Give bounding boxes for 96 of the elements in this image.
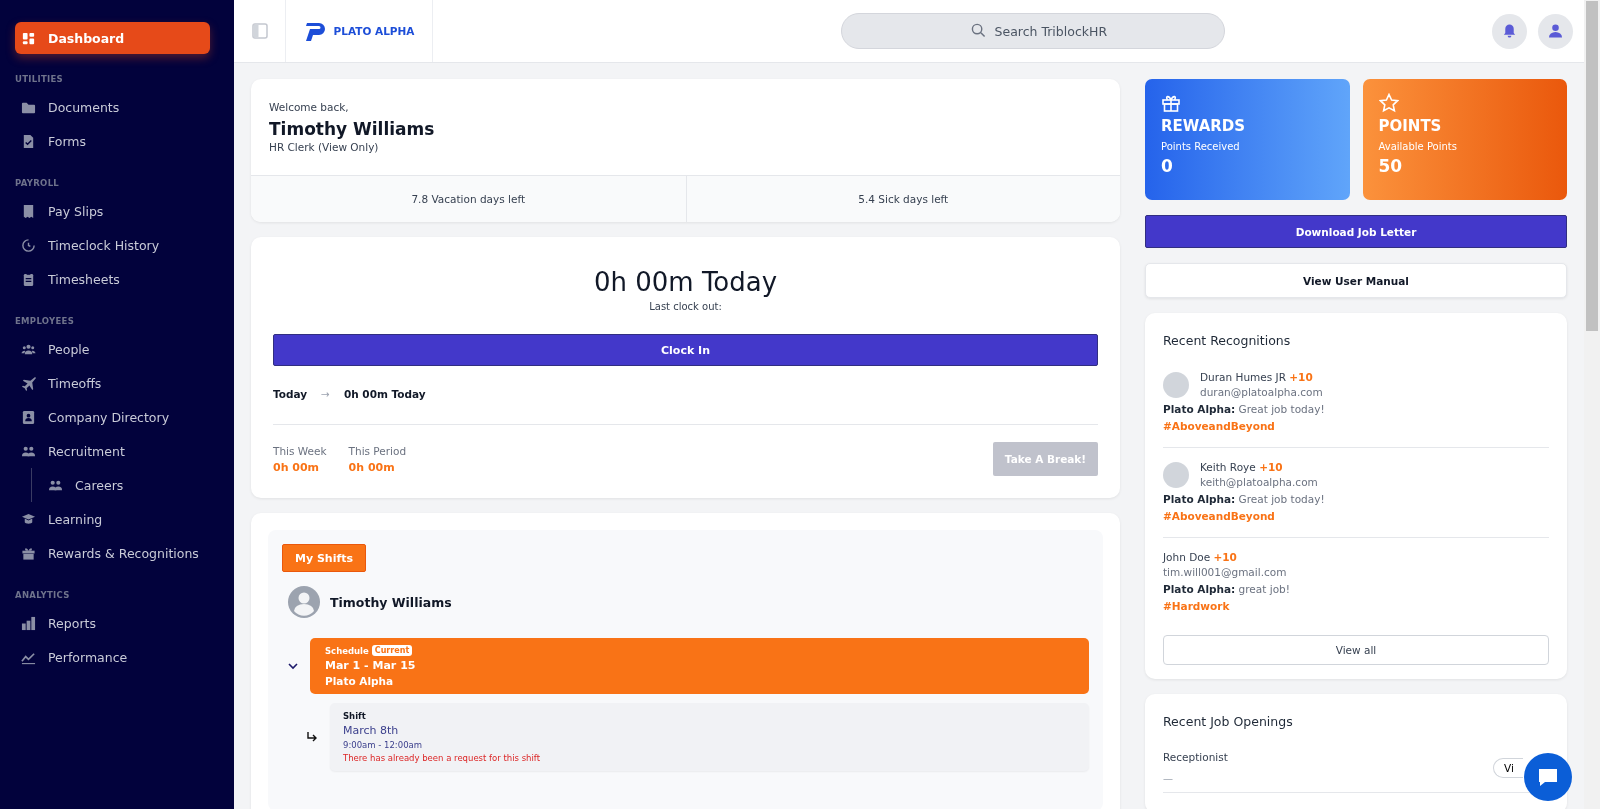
recognition-message: Plato Alpha: great job!: [1163, 583, 1290, 595]
return-arrow-icon: [306, 731, 318, 743]
logo-text: PLATO ALPHA: [333, 25, 415, 37]
view-job-button[interactable]: Vi: [1493, 757, 1523, 778]
receipt-icon: [21, 203, 36, 219]
greeting: Welcome back,: [269, 101, 349, 113]
download-job-letter-button[interactable]: Download Job Letter: [1145, 215, 1567, 248]
search-icon: [970, 23, 986, 38]
dashboard-icon: [21, 30, 36, 46]
card-title: REWARDS: [1161, 117, 1246, 135]
shift-time: 9:00am - 12:00am: [343, 740, 423, 750]
nav-item[interactable]: Learning: [15, 502, 210, 536]
recipient-name: Duran Humes JR +10: [1200, 371, 1313, 383]
view-all-button[interactable]: View all: [1163, 635, 1549, 665]
chevron-icon[interactable]: [288, 662, 298, 670]
recipient-name: Keith Roye +10: [1200, 461, 1283, 473]
nav-item[interactable]: Forms: [15, 124, 210, 158]
card-label: Points Received: [1161, 141, 1240, 152]
shift-label: Shift: [343, 711, 366, 721]
period-label: This Period: [348, 444, 407, 457]
notifications-button[interactable]: [1492, 13, 1527, 49]
search-field[interactable]: Search TriblockHR: [840, 13, 1225, 49]
nav-item[interactable]: Dashboard: [15, 22, 210, 54]
gift-icon: [21, 545, 36, 561]
days-left-stat: 7.8 Vacation days left: [411, 193, 526, 205]
employee-name: Timothy Williams: [330, 594, 452, 610]
shift-card[interactable]: Shift March 8th 9:00am - 12:00am There has already been a request for this shift: [330, 703, 1089, 771]
card-title: POINTS: [1378, 117, 1442, 135]
days-left-stat: 5.4 Sick days left: [858, 193, 949, 205]
card-value: 50: [1378, 156, 1403, 176]
nav-item[interactable]: Documents: [15, 90, 210, 124]
bar-chart-icon: [21, 615, 36, 631]
hashtag: #Hardwork: [1163, 600, 1230, 612]
job-title: Receptionist: [1163, 751, 1228, 763]
nav-item[interactable]: Pay Slips: [15, 194, 210, 228]
photo-placeholder: [1163, 371, 1189, 398]
profile-button[interactable]: [1538, 13, 1573, 49]
nav-item[interactable]: Company Directory: [15, 400, 210, 434]
gift-icon: [1161, 93, 1181, 113]
period-value: 0h 00m: [273, 460, 321, 474]
time-today: 0h 00m Today: [593, 267, 778, 297]
nav-section-heading: ANALYTICS: [15, 590, 70, 600]
user-role: HR Clerk (View Only): [269, 141, 379, 153]
job-detail: —: [1163, 773, 1173, 784]
user-icon: [1548, 23, 1563, 39]
current-badge: Current: [371, 645, 413, 656]
bell-icon: [1502, 23, 1517, 39]
nav-item[interactable]: People: [15, 332, 210, 366]
contact-card-icon: [21, 409, 36, 425]
nav-section-heading: UTILITIES: [15, 74, 64, 84]
nav-item[interactable]: Rewards & Recognitions: [15, 536, 210, 570]
shift-date: March 8th: [343, 724, 399, 737]
nav-item[interactable]: Performance: [15, 640, 210, 674]
recipient-email: duran@platoalpha.com: [1200, 386, 1323, 398]
today-value: 0h 00m Today: [343, 388, 426, 400]
user-manual-button[interactable]: View User Manual: [1145, 263, 1567, 298]
sidebar-toggle-icon[interactable]: [251, 23, 268, 39]
recipient-email: tim.will001@gmail.com: [1163, 566, 1287, 578]
scrollbar[interactable]: [1584, 0, 1600, 809]
clock-in-button[interactable]: Clock In: [273, 334, 1098, 366]
card-value: 0: [1161, 156, 1173, 176]
arrow-text: →: [321, 388, 330, 400]
recipient-email: keith@platoalpha.com: [1200, 476, 1318, 488]
period-value: 0h 00m: [348, 460, 396, 474]
schedule-dates: Mar 1 - Mar 15: [325, 659, 416, 672]
graduation-cap-icon: [21, 511, 36, 527]
avatar-icon: [288, 586, 320, 618]
recipient-name: John Doe +10: [1163, 551, 1237, 563]
schedule-label: Schedule: [325, 645, 369, 656]
card-heading: Recent Recognitions: [1163, 333, 1291, 348]
user-name: Timothy Williams: [269, 119, 435, 139]
today-label: Today: [273, 388, 308, 400]
airplane-icon: [21, 375, 36, 391]
company-name: Plato Alpha: [325, 675, 394, 687]
nav-section-heading: PAYROLL: [15, 178, 60, 188]
nav-item[interactable]: Reports: [15, 606, 210, 640]
shift-warning: There has already been a request for this shift: [343, 753, 541, 763]
period-label: This Week: [273, 444, 327, 457]
nav-item[interactable]: Timeclock History: [15, 228, 210, 262]
nav-section-heading: EMPLOYEES: [15, 316, 75, 326]
nav-item[interactable]: Timeoffs: [15, 366, 210, 400]
clipboard-icon: [21, 271, 36, 287]
recognition-message: Plato Alpha: Great job today!: [1163, 493, 1325, 505]
nav-item[interactable]: Recruitment: [15, 434, 210, 468]
hashtag: #AboveandBeyond: [1163, 510, 1275, 522]
nav-item[interactable]: Timesheets: [15, 262, 210, 296]
form-icon: [21, 133, 36, 149]
clock-history-icon: [21, 237, 36, 253]
photo-placeholder: [1163, 461, 1189, 488]
last-clock-out: Last clock out:: [649, 301, 722, 312]
recognition-message: Plato Alpha: Great job today!: [1163, 403, 1325, 415]
card-label: Available Points: [1378, 141, 1457, 152]
card-heading: Recent Job Openings: [1163, 714, 1293, 729]
nav-item[interactable]: Careers: [42, 468, 212, 502]
star-icon: [1378, 93, 1399, 113]
hashtag: #AboveandBeyond: [1163, 420, 1275, 432]
